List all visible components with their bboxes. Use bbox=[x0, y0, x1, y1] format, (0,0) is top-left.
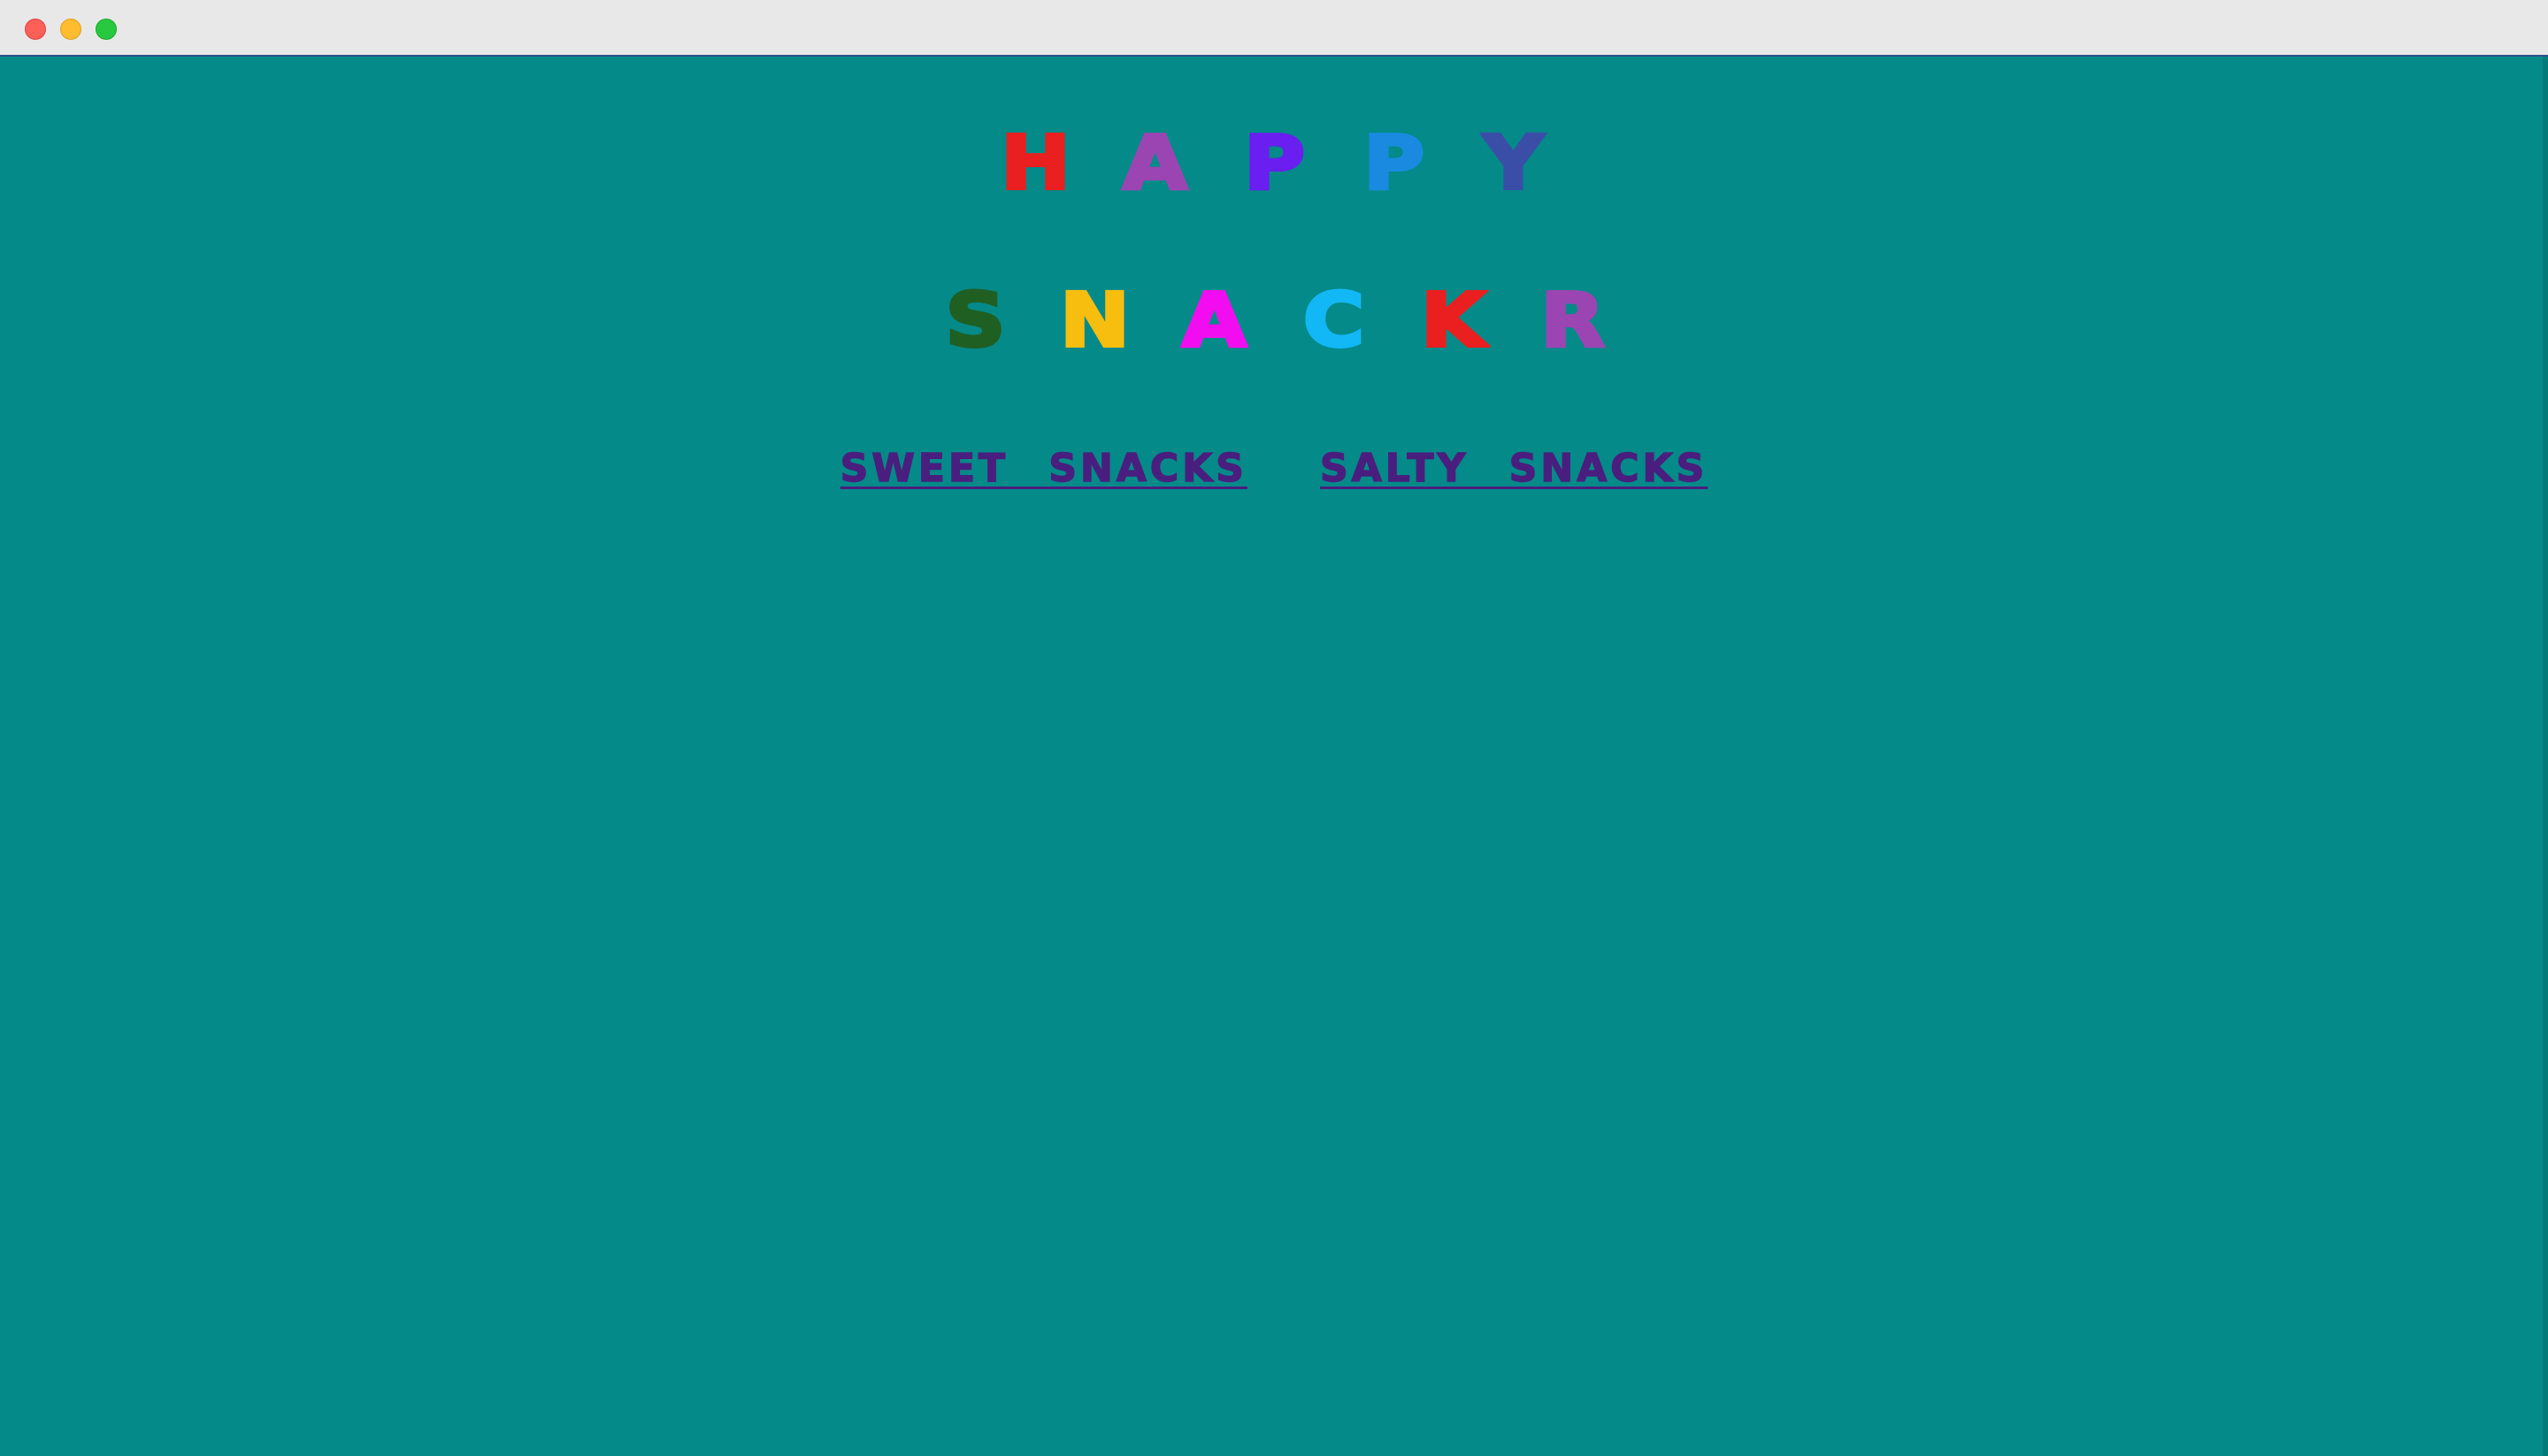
window-edge bbox=[2543, 57, 2548, 1456]
snackr-letter-a: A bbox=[1180, 277, 1248, 364]
happy-letter-p: P bbox=[1361, 119, 1425, 206]
snackr-letter-r: R bbox=[1539, 277, 1607, 364]
happy-letter-y: Y bbox=[1481, 119, 1546, 206]
happy-letter-p: P bbox=[1241, 119, 1306, 206]
snackr-letter-k: K bbox=[1419, 277, 1487, 364]
snack-nav: SWEET SNACKS SALTY SNACKS bbox=[0, 428, 2548, 508]
snackr-letter-c: C bbox=[1301, 277, 1367, 364]
snackr-letter-n: N bbox=[1058, 277, 1132, 364]
sweet-snacks-link[interactable]: SWEET SNACKS bbox=[840, 445, 1247, 492]
window-titlebar bbox=[0, 0, 2548, 57]
salty-snacks-link[interactable]: SALTY SNACKS bbox=[1319, 445, 1708, 492]
minimize-button[interactable] bbox=[60, 19, 81, 40]
title-word-snackr: SNACKR bbox=[0, 272, 2548, 368]
browser-window: HAPPY SNACKR SWEET SNACKS SALTY SNACKS bbox=[0, 0, 2548, 1456]
page-content: HAPPY SNACKR SWEET SNACKS SALTY SNACKS bbox=[0, 57, 2548, 1456]
maximize-button[interactable] bbox=[96, 19, 117, 40]
title-word-happy: HAPPY bbox=[0, 115, 2548, 211]
happy-letter-a: A bbox=[1120, 119, 1188, 206]
snackr-letter-s: S bbox=[943, 277, 1007, 364]
close-button[interactable] bbox=[25, 19, 46, 40]
happy-letter-h: H bbox=[998, 119, 1071, 206]
